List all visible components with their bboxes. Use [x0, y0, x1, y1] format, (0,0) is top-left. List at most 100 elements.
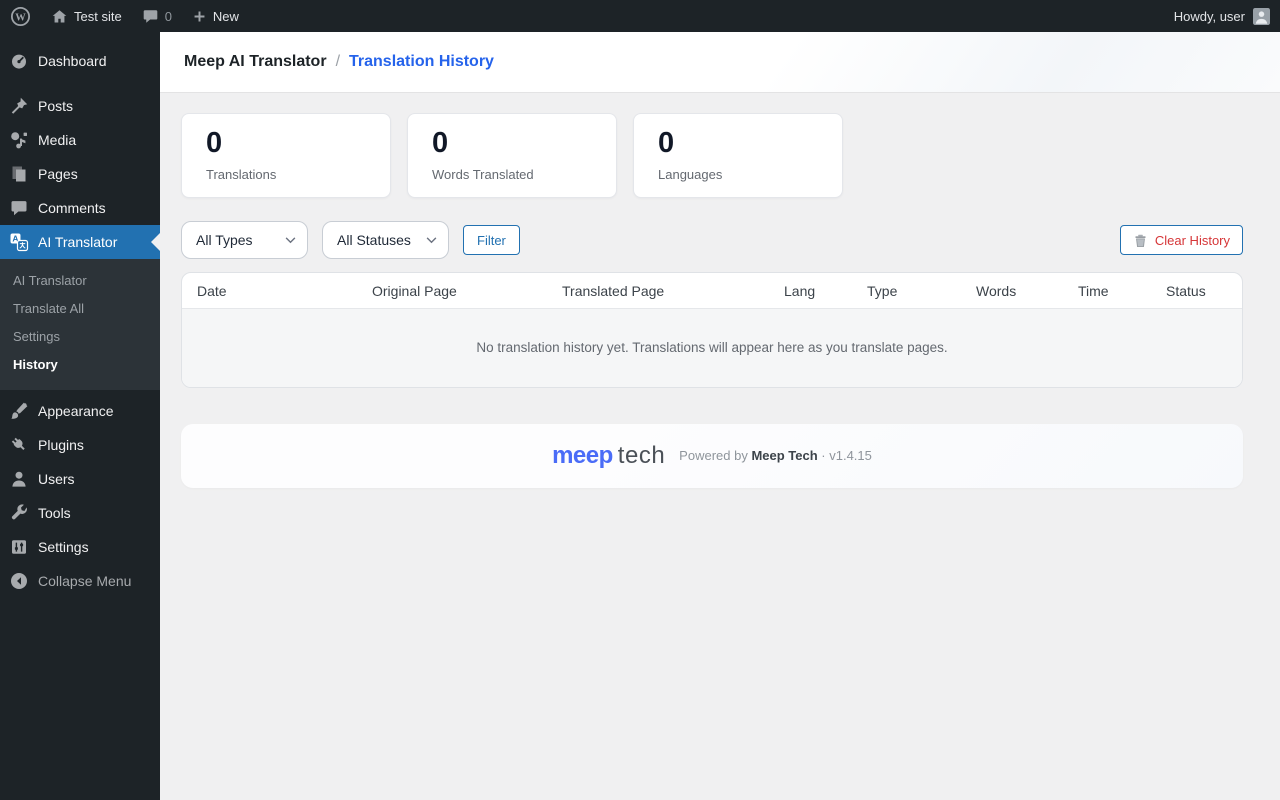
content-area: Meep AI Translator / Translation History… — [160, 0, 1280, 800]
sidebar-item-ai-translator[interactable]: A AI Translator — [0, 225, 160, 259]
sidebar-item-label: Media — [38, 132, 77, 148]
comments-icon — [9, 198, 29, 218]
submenu-label: AI Translator — [13, 272, 87, 288]
brand-name: Meep Tech — [751, 448, 818, 463]
trash-icon — [1133, 233, 1148, 248]
column-header-type: Type — [867, 283, 898, 299]
avatar — [1253, 7, 1270, 25]
submenu-item-settings[interactable]: Settings — [0, 322, 160, 350]
home-icon — [51, 8, 68, 25]
column-header-translated-page: Translated Page — [562, 283, 665, 299]
submenu-item-ai-translator[interactable]: AI Translator — [0, 266, 160, 294]
filter-row: All Types All Statuses Filter Clear Hist… — [181, 221, 1243, 259]
status-filter-select[interactable]: All Statuses — [322, 221, 449, 259]
sidebar-item-media[interactable]: Media — [0, 123, 160, 157]
column-header-words: Words — [976, 283, 1017, 299]
history-table: Date Original Page Translated Page Lang … — [181, 272, 1243, 388]
filter-button[interactable]: Filter — [463, 225, 520, 255]
wordpress-logo-menu[interactable]: W — [0, 0, 41, 32]
column-header-status: Status — [1166, 283, 1206, 299]
new-content-menu[interactable]: New — [182, 0, 249, 32]
sidebar-item-settings[interactable]: Settings — [0, 530, 160, 564]
sidebar-item-users[interactable]: Users — [0, 462, 160, 496]
sidebar-item-comments[interactable]: Comments — [0, 191, 160, 225]
submenu-label: History — [13, 356, 58, 372]
stat-card-translations: 0 Translations — [181, 113, 391, 198]
submenu-item-history[interactable]: History — [0, 350, 160, 378]
tools-icon — [9, 503, 29, 523]
breadcrumb-parent: Meep AI Translator — [184, 53, 327, 70]
version-label: · v1.4.15 — [821, 448, 872, 463]
ai-translator-submenu: AI Translator Translate All Settings His… — [0, 259, 160, 390]
site-name-label: Test site — [74, 8, 122, 24]
logo-meep: meep — [552, 441, 613, 469]
pushpin-icon — [9, 96, 29, 116]
chevron-down-icon — [285, 237, 296, 244]
empty-state-message: No translation history yet. Translations… — [182, 308, 1242, 387]
breadcrumb-current-link[interactable]: Translation History — [349, 53, 494, 71]
sidebar-item-label: Appearance — [38, 403, 114, 419]
stat-card-words-translated: 0 Words Translated — [407, 113, 617, 198]
dashboard-icon — [9, 51, 29, 71]
plugin-icon — [9, 435, 29, 455]
settings-icon — [9, 537, 29, 557]
sidebar-item-label: Plugins — [38, 437, 84, 453]
sidebar-item-label: Settings — [38, 539, 89, 555]
plus-icon — [192, 9, 207, 24]
wordpress-logo-icon: W — [10, 6, 31, 27]
sidebar-item-posts[interactable]: Posts — [0, 89, 160, 123]
collapse-menu-button[interactable]: Collapse Menu — [0, 564, 160, 598]
stat-label: Languages — [658, 167, 723, 182]
column-header-original-page: Original Page — [372, 283, 457, 299]
sidebar-item-label: Dashboard — [38, 53, 107, 69]
column-header-lang: Lang — [784, 283, 816, 299]
sidebar-item-dashboard[interactable]: Dashboard — [0, 44, 160, 78]
site-name-link[interactable]: Test site — [41, 0, 132, 32]
sidebar-item-label: Users — [38, 471, 75, 487]
submenu-label: Translate All — [13, 300, 85, 316]
translator-icon: A — [9, 232, 29, 252]
column-header-time: Time — [1078, 283, 1109, 299]
breadcrumb: Meep AI Translator / Translation History — [160, 32, 1280, 92]
account-menu[interactable]: Howdy, user — [1174, 0, 1280, 32]
submenu-item-translate-all[interactable]: Translate All — [0, 294, 160, 322]
comments-count-link[interactable]: 0 — [132, 0, 182, 32]
type-filter-select[interactable]: All Types — [181, 221, 308, 259]
empty-state-row: No translation history yet. Translations… — [182, 308, 1242, 387]
powered-prefix: Powered by — [679, 448, 748, 463]
pages-icon — [9, 164, 29, 184]
active-menu-arrow — [151, 233, 160, 251]
comment-bubble-icon — [142, 8, 159, 25]
chevron-down-icon — [426, 237, 437, 244]
appearance-icon — [9, 401, 29, 421]
clear-history-label: Clear History — [1154, 232, 1230, 248]
admin-bar: W Test site 0 New Howdy, user — [0, 0, 1280, 32]
media-icon — [9, 130, 29, 150]
sidebar-item-pages[interactable]: Pages — [0, 157, 160, 191]
history-page: 0 Translations 0 Words Translated 0 Lang… — [160, 92, 1280, 488]
admin-bar-left: W Test site 0 New — [0, 0, 249, 32]
stat-card-languages: 0 Languages — [633, 113, 843, 198]
breadcrumb-separator: / — [335, 53, 341, 70]
collapse-icon — [9, 571, 29, 591]
plugin-footer: meep tech Powered by Meep Tech · v1.4.15 — [181, 423, 1243, 488]
new-label: New — [212, 8, 239, 24]
sidebar-item-tools[interactable]: Tools — [0, 496, 160, 530]
meep-tech-logo: meep tech — [552, 442, 665, 470]
clear-history-button[interactable]: Clear History — [1119, 225, 1243, 255]
stats-row: 0 Translations 0 Words Translated 0 Lang… — [181, 113, 1243, 198]
sidebar-item-appearance[interactable]: Appearance — [0, 394, 160, 428]
table-header-row: Date Original Page Translated Page Lang … — [182, 273, 1242, 309]
sidebar-item-label: Posts — [38, 98, 74, 114]
type-filter-value: All Types — [196, 232, 253, 248]
sidebar-item-label: Comments — [38, 200, 106, 216]
howdy-label: Howdy, user — [1173, 8, 1245, 24]
sidebar-item-plugins[interactable]: Plugins — [0, 428, 160, 462]
svg-text:W: W — [15, 12, 26, 23]
status-filter-value: All Statuses — [337, 232, 411, 248]
collapse-menu-label: Collapse Menu — [38, 573, 132, 589]
stat-label: Translations — [206, 167, 277, 182]
users-icon — [9, 469, 29, 489]
logo-tech: tech — [617, 441, 666, 469]
sidebar-item-label: Tools — [38, 505, 71, 521]
